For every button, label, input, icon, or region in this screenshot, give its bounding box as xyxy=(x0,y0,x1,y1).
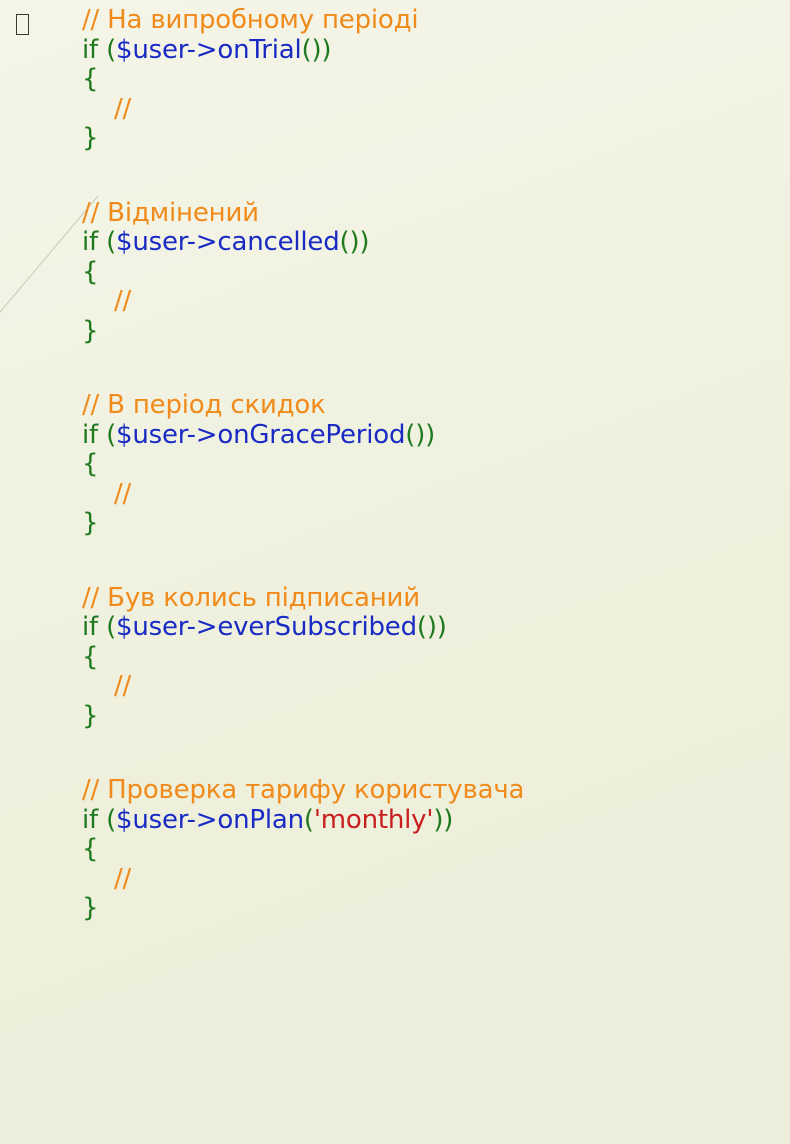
body-comment: // xyxy=(114,478,132,509)
close-brace: } xyxy=(82,700,99,731)
open-paren: ( xyxy=(106,227,117,257)
method-call: $user->onTrial xyxy=(116,34,302,65)
open-paren: ( xyxy=(106,804,117,835)
close-brace: } xyxy=(82,123,99,153)
square-bullet-icon xyxy=(16,14,29,35)
open-paren: ( xyxy=(106,419,117,450)
body-comment: // xyxy=(114,286,132,316)
code-comment: // Проверка тарифу користувача xyxy=(82,775,525,805)
if-statement: if ($user->onTrial()) xyxy=(82,34,788,66)
close-parens: ()) xyxy=(301,34,332,65)
open-brace: { xyxy=(82,256,99,287)
method-call: $user->cancelled xyxy=(116,227,340,257)
close-brace: } xyxy=(82,508,99,538)
if-statement: if ($user->cancelled()) xyxy=(82,227,788,258)
string-argument: 'monthly' xyxy=(313,804,434,835)
if-statement: if ($user->everSubscribed()) xyxy=(82,612,788,643)
if-statement: if ($user->onGracePeriod()) xyxy=(82,419,788,451)
body-comment: // xyxy=(114,863,132,894)
if-keyword: if xyxy=(82,34,98,65)
open-brace: { xyxy=(82,449,99,479)
method-call: $user->everSubscribed xyxy=(116,612,417,642)
if-keyword: if xyxy=(82,804,98,835)
method-call: $user->onPlan xyxy=(116,804,304,835)
body-comment: // xyxy=(114,671,132,701)
open-paren: ( xyxy=(106,34,117,65)
body-comment: // xyxy=(114,93,132,124)
code-comment: // В період скидок xyxy=(82,390,326,420)
if-keyword: if xyxy=(82,612,98,642)
close-brace: } xyxy=(82,315,99,346)
close-parens: )) xyxy=(433,804,454,835)
method-call: $user->onGracePeriod xyxy=(116,419,406,450)
slide-background: // На випробному періоді if ($user->onTr… xyxy=(0,0,790,1144)
open-brace: { xyxy=(82,834,99,864)
open-call-paren: ( xyxy=(303,804,314,835)
open-brace: { xyxy=(82,64,99,94)
if-statement: if ($user->onPlan('monthly')) xyxy=(82,804,788,836)
if-keyword: if xyxy=(82,419,98,450)
close-brace: } xyxy=(82,893,99,923)
close-parens: ()) xyxy=(405,419,436,450)
open-paren: ( xyxy=(106,612,117,642)
code-comment: // На випробному періоді xyxy=(82,5,419,35)
code-comment: // Був колись підписаний xyxy=(82,582,420,613)
close-parens: ()) xyxy=(339,227,370,257)
open-brace: { xyxy=(82,641,99,672)
close-parens: ()) xyxy=(416,612,447,642)
if-keyword: if xyxy=(82,227,98,257)
code-comment: // Відмінений xyxy=(82,197,259,228)
code-block: // На випробному періоді if ($user->onTr… xyxy=(82,5,788,924)
